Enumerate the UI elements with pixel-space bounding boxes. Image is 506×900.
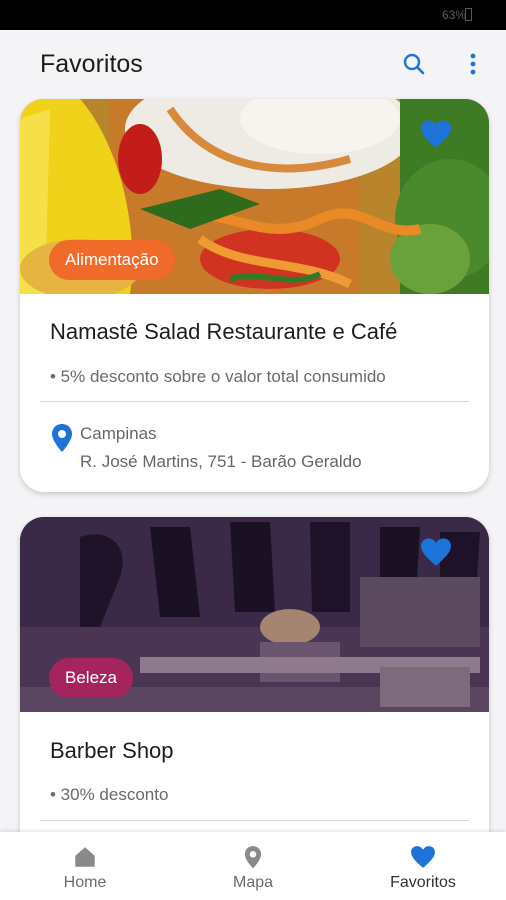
nav-item-favorites[interactable]: Favoritos (358, 832, 488, 900)
home-icon (75, 847, 95, 867)
more-vert-icon (470, 53, 476, 75)
food-photo: Alimentação (20, 99, 489, 294)
favorite-card[interactable]: Alimentação Namastê Salad Restaurante e … (20, 99, 489, 492)
category-badge: Beleza (49, 658, 133, 698)
nav-label: Mapa (232, 874, 274, 891)
benefit-text: • 30% desconto (50, 785, 169, 804)
search-icon (403, 53, 425, 75)
battery-icon (465, 8, 472, 21)
page-title: Favoritos (40, 50, 143, 78)
nav-label: Favoritos (390, 874, 456, 891)
divider (40, 401, 469, 402)
place-title: Barber Shop (50, 738, 174, 763)
favorite-heart-icon[interactable] (419, 119, 453, 149)
divider (40, 820, 469, 821)
heart-icon (411, 846, 435, 868)
address-text: R. José Martins, 751 - Barão Geraldo (80, 452, 362, 471)
barber-photo: Beleza (20, 517, 489, 712)
favorite-heart-icon[interactable] (419, 537, 453, 567)
app-bar: Favoritos (0, 30, 506, 98)
location-pin-icon (52, 424, 72, 452)
city-name: Campinas (80, 424, 157, 443)
battery-level: 63% (441, 8, 466, 22)
bottom-navigation: Home Mapa Favoritos (0, 832, 506, 900)
more-options-button[interactable] (457, 48, 489, 80)
category-badge: Alimentação (49, 240, 175, 280)
nav-item-map[interactable]: Mapa (188, 832, 318, 900)
nav-label: Home (63, 874, 107, 891)
map-pin-icon (244, 846, 262, 869)
favorite-card[interactable]: Beleza Barber Shop • 30% desconto (20, 517, 489, 857)
nav-item-home[interactable]: Home (20, 832, 150, 900)
search-button[interactable] (398, 48, 430, 80)
place-title: Namastê Salad Restaurante e Café (50, 319, 398, 344)
status-bar: 63% (0, 0, 506, 30)
benefit-text: • 5% desconto sobre o valor total consum… (50, 367, 386, 386)
